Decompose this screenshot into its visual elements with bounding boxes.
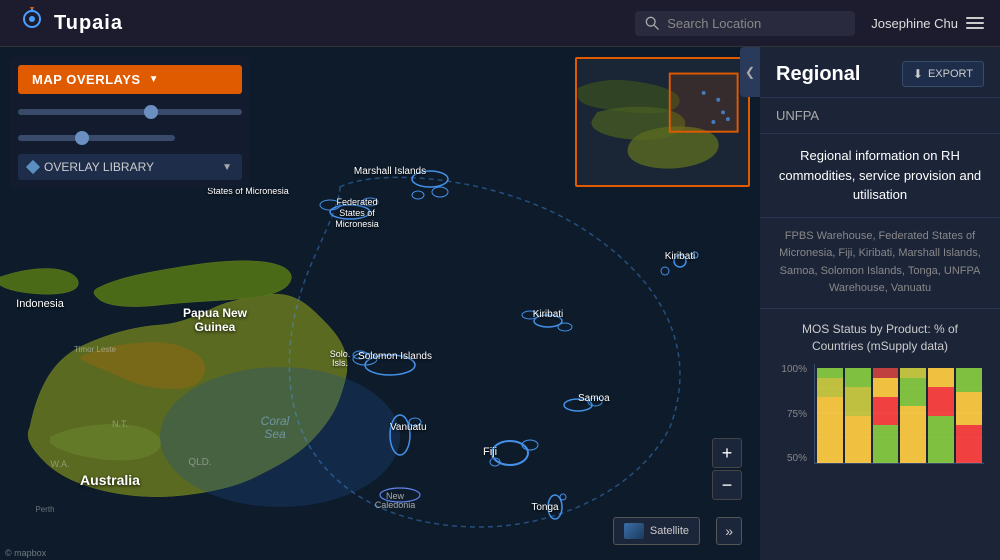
overlay-library-label: OVERLAY LIBRARY <box>28 160 154 174</box>
bar-group-2 <box>873 366 899 463</box>
menu-icon[interactable] <box>966 17 984 29</box>
export-button[interactable]: ⬇ EXPORT <box>902 61 984 87</box>
opacity-slider-2[interactable] <box>18 135 175 141</box>
tupaia-logo-icon <box>16 7 48 39</box>
satellite-toggle[interactable]: Satellite <box>613 517 700 545</box>
bar-chart: 100% 75% 50% <box>776 364 984 484</box>
opacity-slider-1[interactable] <box>18 109 242 115</box>
y-label-75: 75% <box>787 409 807 420</box>
export-label: EXPORT <box>928 68 973 80</box>
app-header: Tupaia Josephine Chu <box>0 0 1000 47</box>
side-panel: Regional ⬇ EXPORT UNFPA Regional informa… <box>760 47 1000 560</box>
chart-y-axis: 100% 75% 50% <box>776 364 811 464</box>
bar-group-3 <box>900 366 926 463</box>
satellite-map-thumbnail <box>624 523 644 539</box>
overlay-library-row[interactable]: OVERLAY LIBRARY ▼ <box>18 154 242 180</box>
username-label: Josephine Chu <box>871 16 958 31</box>
bar-segment-4-0 <box>928 416 954 464</box>
zoom-in-button[interactable]: + <box>712 438 742 468</box>
bar-group-0 <box>817 366 843 463</box>
bar-segment-1-2 <box>845 368 871 387</box>
bar-segment-3-2 <box>900 368 926 378</box>
panel-description: Regional information on RH commodities, … <box>760 134 1000 218</box>
download-icon: ⬇ <box>913 67 923 81</box>
map-attribution: © mapbox <box>5 548 46 558</box>
bar-segment-2-1 <box>873 397 899 426</box>
bar-segment-4-2 <box>928 368 954 387</box>
bar-segment-4-1 <box>928 387 954 416</box>
bar-segment-3-1 <box>900 378 926 407</box>
map-overlays-label: MAP OVERLAYS <box>32 72 141 87</box>
app-title: Tupaia <box>54 12 123 35</box>
overlay-library-text: OVERLAY LIBRARY <box>44 160 154 174</box>
bar-segment-5-0 <box>956 425 982 463</box>
bar-group-1 <box>845 366 871 463</box>
satellite-label: Satellite <box>650 525 689 537</box>
bar-segment-2-3 <box>873 368 899 378</box>
dropdown-arrow-icon: ▼ <box>149 74 159 85</box>
panel-collapse-button[interactable]: ❮ <box>740 47 760 97</box>
logo-area[interactable]: Tupaia <box>16 7 123 39</box>
panel-title: Regional <box>776 63 860 86</box>
overlay-library-icon <box>26 160 40 174</box>
map-overlays-button[interactable]: MAP OVERLAYS ▼ <box>18 65 242 94</box>
minimap[interactable] <box>575 57 750 187</box>
search-icon <box>645 16 659 30</box>
panel-countries: FPBS Warehouse, Federated States of Micr… <box>760 218 1000 309</box>
bar-segment-1-0 <box>845 416 871 464</box>
bar-segment-2-2 <box>873 378 899 397</box>
chart-bars-area <box>814 364 984 464</box>
bar-segment-0-2 <box>817 368 843 378</box>
bar-segment-0-0 <box>817 397 843 464</box>
bar-segment-5-2 <box>956 368 982 392</box>
chart-title: MOS Status by Product: % of Countries (m… <box>776 321 984 355</box>
minimap-background <box>577 59 748 185</box>
slider-row-2 <box>18 128 242 146</box>
y-label-50: 50% <box>787 453 807 464</box>
panel-header: Regional ⬇ EXPORT <box>760 47 1000 98</box>
panel-chart-section: MOS Status by Product: % of Countries (m… <box>760 309 1000 497</box>
zoom-out-button[interactable]: − <box>712 470 742 500</box>
search-input[interactable] <box>667 16 845 31</box>
slider-row-1 <box>18 102 242 120</box>
bar-segment-2-0 <box>873 425 899 463</box>
user-area: Josephine Chu <box>871 16 984 31</box>
bar-segment-1-1 <box>845 387 871 416</box>
bar-segment-5-1 <box>956 392 982 425</box>
bar-segment-3-0 <box>900 406 926 463</box>
chevron-down-icon: ▼ <box>222 162 232 173</box>
bar-group-5 <box>956 366 982 463</box>
panel-org-label: UNFPA <box>760 98 1000 134</box>
bar-segment-0-1 <box>817 378 843 397</box>
bar-group-4 <box>928 366 954 463</box>
search-area[interactable] <box>635 11 855 36</box>
map-overlay-panel: MAP OVERLAYS ▼ OVERLAY LIBRARY ▼ <box>10 57 250 188</box>
expand-button[interactable]: » <box>716 517 742 545</box>
y-label-100: 100% <box>781 364 807 375</box>
map-container[interactable]: Marshall Islands Federated States of Mic… <box>0 47 760 560</box>
zoom-controls: + − <box>712 438 742 500</box>
